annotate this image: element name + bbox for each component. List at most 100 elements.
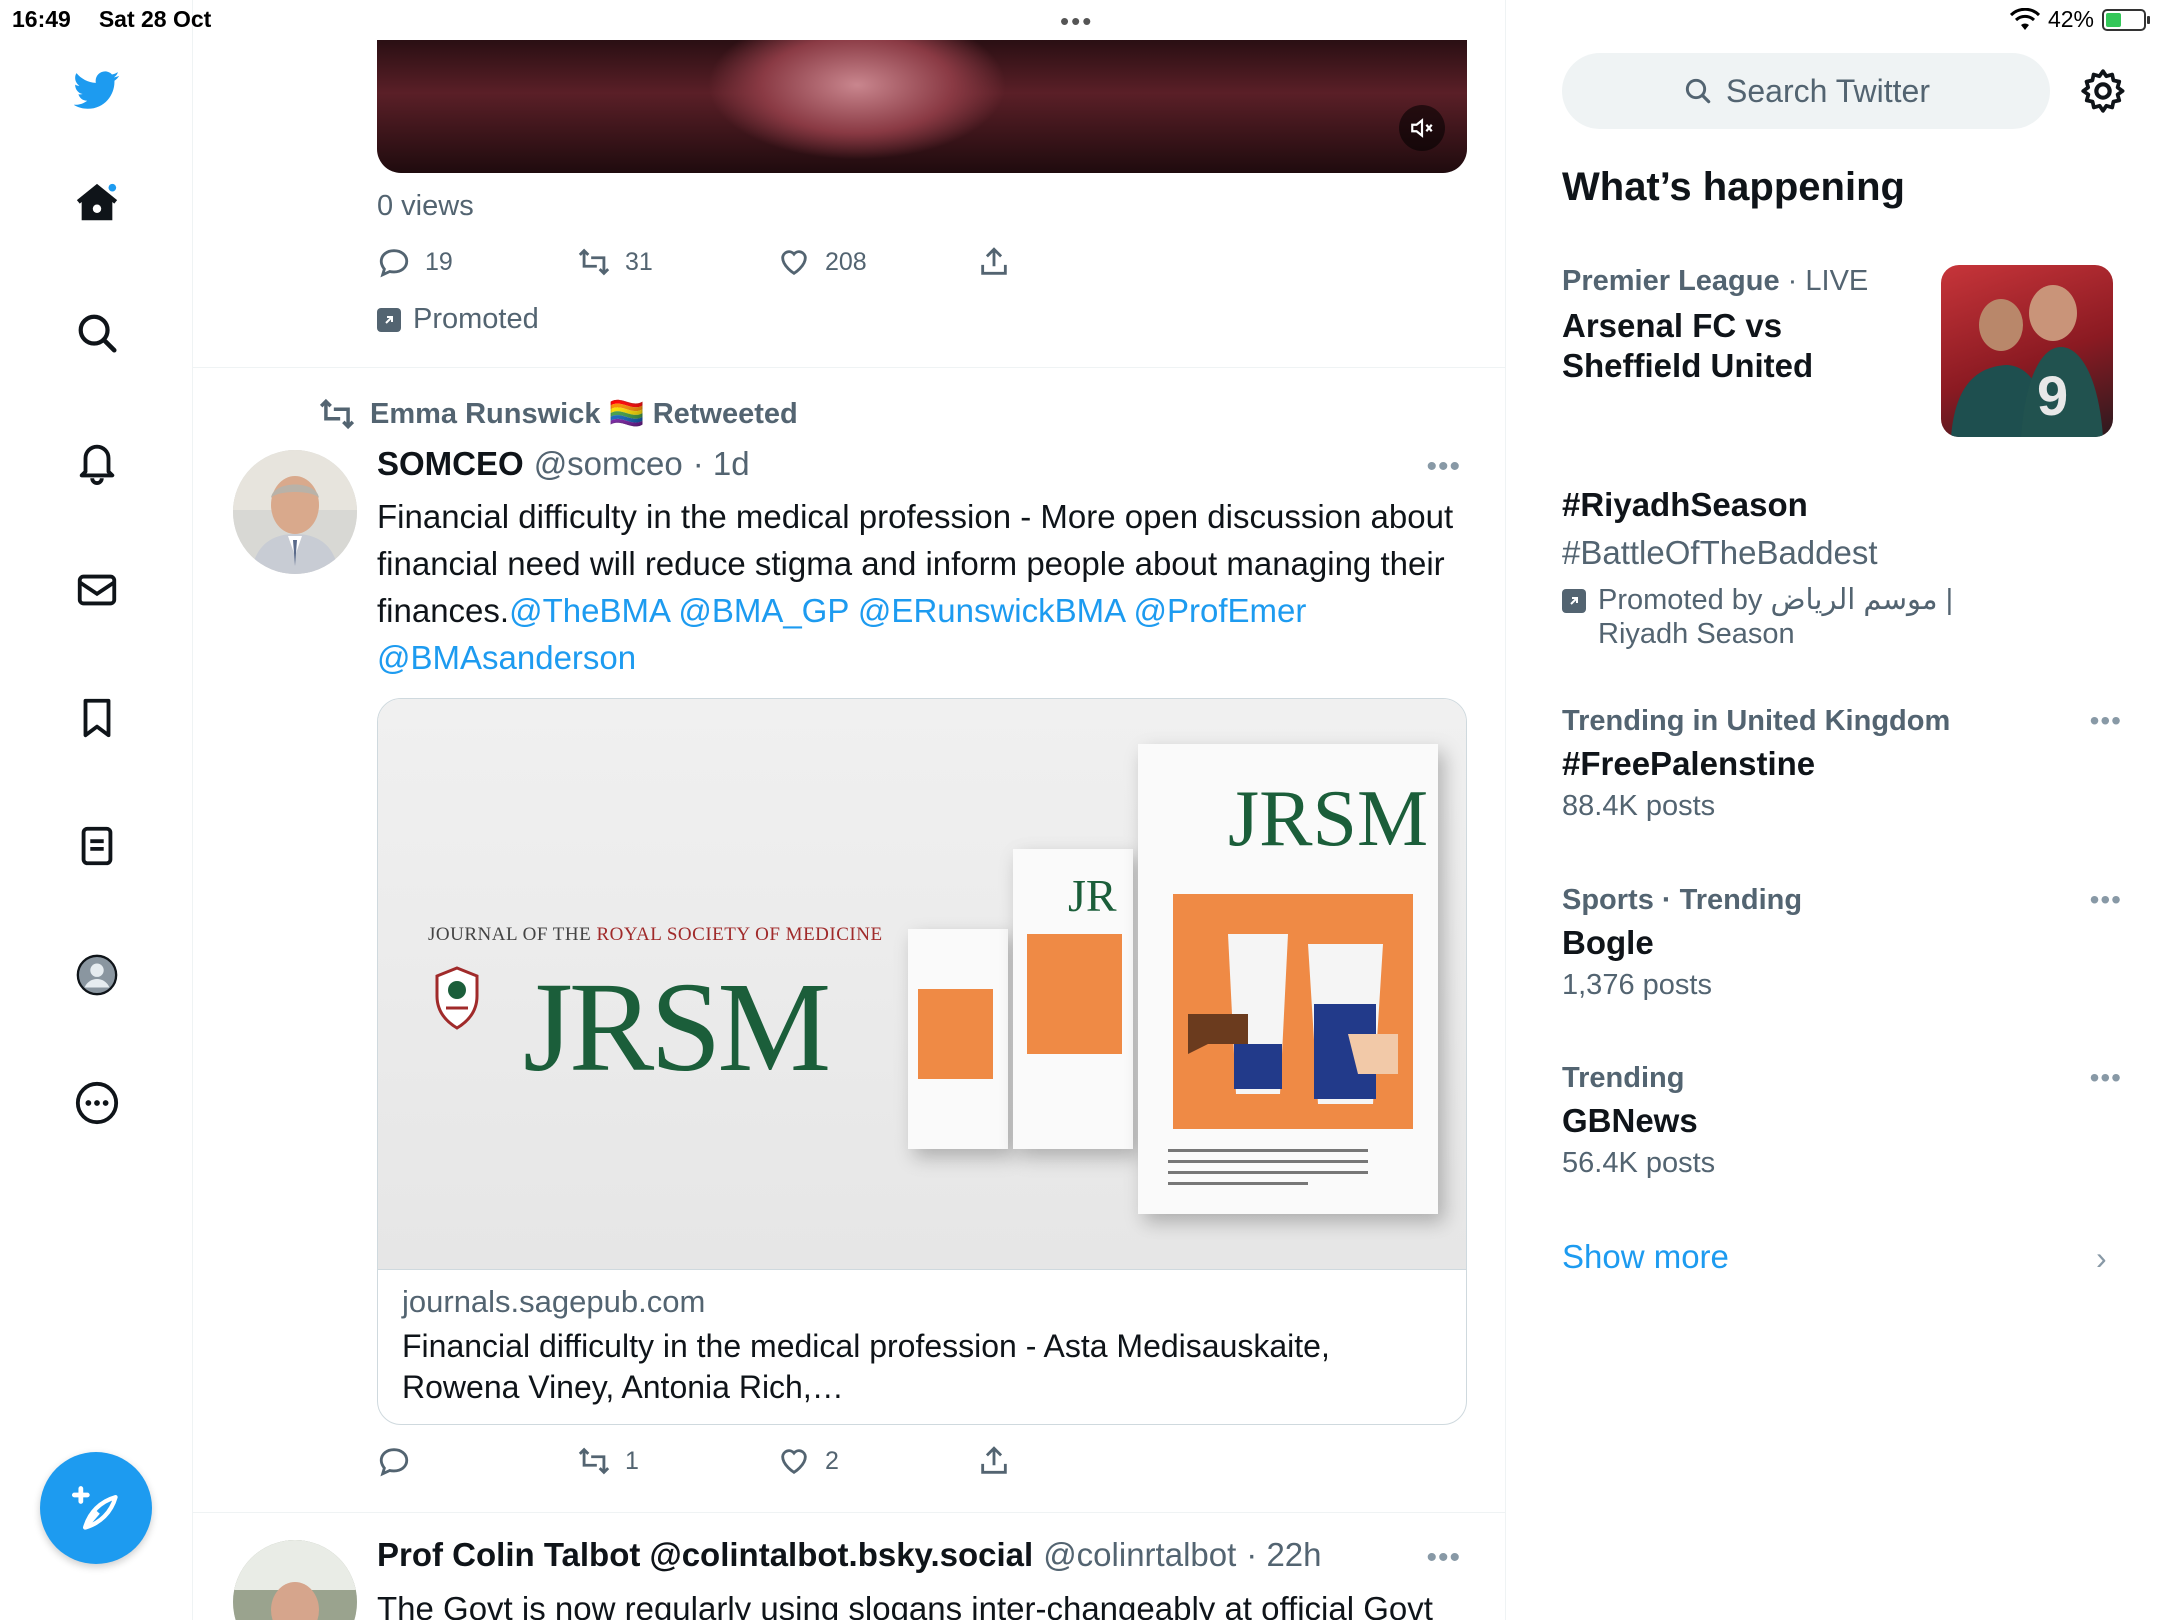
reply-count: 19 <box>425 247 453 276</box>
messages-envelope-icon[interactable] <box>62 555 132 625</box>
card-meta: journals.sagepub.com Financial difficult… <box>378 1269 1466 1424</box>
status-bar: 16:49 Sat 28 Oct ••• 42% <box>0 0 2160 40</box>
battery-icon <box>2102 8 2150 31</box>
rsm-crest-icon <box>435 966 479 1030</box>
promoted-video[interactable] <box>377 40 1467 173</box>
journal-cover-large: JRSM <box>1138 744 1438 1214</box>
tweet-author-handle[interactable]: @colinrtalbot <box>1043 1536 1236 1574</box>
retweet-button[interactable]: 31 <box>577 245 653 279</box>
like-count: 208 <box>825 247 867 276</box>
trend-item[interactable]: Premier League · LIVE Arsenal FC vs Shef… <box>1562 265 1922 386</box>
retweet-icon <box>578 248 610 276</box>
main-feed: 0 views 19 31 208 Promoted Emma Runswick… <box>193 0 1506 1620</box>
trend-subtopic: #BattleOfTheBaddest <box>1562 534 1878 571</box>
trend-count: 88.4K posts <box>1562 790 1716 822</box>
promoted-by-text: Promoted by موسم الرياض | Riyadh Season <box>1598 584 1954 650</box>
journal-name-2: ROYAL SOCIETY OF MEDICINE <box>596 924 883 945</box>
multitasking-dots-icon[interactable]: ••• <box>1060 6 1093 37</box>
notifications-bell-icon[interactable] <box>62 427 132 497</box>
trend-item[interactable]: Sports · Trending Bogle 1,376 posts ••• <box>1562 884 2122 1002</box>
trend-item[interactable]: Trending GBNews 56.4K posts ••• <box>1562 1062 2122 1180</box>
trend-count: 1,376 posts <box>1562 969 1712 1001</box>
home-icon[interactable] <box>62 168 132 238</box>
share-icon <box>981 247 1007 275</box>
share-button[interactable] <box>977 245 1011 279</box>
chevron-right-icon[interactable]: › <box>2096 1240 2107 1277</box>
tweet-time[interactable]: · 1d <box>693 445 750 483</box>
profile-avatar-icon[interactable] <box>62 940 132 1010</box>
trend-thumbnail[interactable]: 9 <box>1941 265 2113 437</box>
trend-item[interactable]: Trending in United Kingdom #FreePalensti… <box>1562 705 2122 823</box>
heart-icon <box>781 1449 807 1475</box>
compose-feather-icon <box>71 1486 118 1530</box>
tweet-mentions[interactable]: @TheBMA @BMA_GP @ERunswickBMA @ProfEmer … <box>377 592 1306 676</box>
trend-topic: Bogle <box>1562 924 1654 961</box>
heart-icon <box>781 250 807 276</box>
trend-live: · LIVE <box>1779 265 1869 297</box>
card-title: Financial difficulty in the medical prof… <box>402 1328 1330 1405</box>
tweet-time[interactable]: · 22h <box>1246 1536 1321 1574</box>
avatar[interactable] <box>233 1540 357 1620</box>
twitter-logo-icon[interactable] <box>62 55 132 125</box>
journal-name-1: JOURNAL OF THE <box>428 924 597 945</box>
tweet-text: Financial difficulty in the medical prof… <box>377 493 1477 681</box>
like-button[interactable]: 2 <box>777 1444 839 1478</box>
wifi-icon <box>2009 7 2040 30</box>
retweet-context[interactable]: Emma Runswick 🏳️‍🌈 Retweeted <box>318 395 798 433</box>
cover-title: JRSM <box>1228 775 1429 863</box>
tweet-actions: 1 2 <box>377 1444 1077 1484</box>
tweet-text: The Govt is now regularly using slogans … <box>377 1590 1433 1620</box>
trend-topic: #FreePalenstine <box>1562 745 1816 782</box>
explore-search-icon[interactable] <box>62 298 132 368</box>
tweet-author-name[interactable]: Prof Colin Talbot @colintalbot.bsky.soci… <box>377 1536 1033 1574</box>
retweet-count: 1 <box>625 1446 639 1475</box>
reply-icon <box>379 249 409 278</box>
avatar[interactable] <box>233 450 357 574</box>
reply-button[interactable] <box>377 1444 425 1478</box>
more-options-icon[interactable] <box>62 1068 132 1138</box>
share-button[interactable] <box>977 1444 1011 1478</box>
tweet-divider <box>193 367 1505 368</box>
retweet-button[interactable]: 1 <box>577 1444 639 1478</box>
mute-icon[interactable] <box>1399 105 1445 151</box>
search-input[interactable]: Search Twitter <box>1562 53 2050 129</box>
status-time: 16:49 <box>12 6 71 32</box>
compose-tweet-button[interactable] <box>40 1452 152 1564</box>
card-domain: journals.sagepub.com <box>402 1284 706 1319</box>
lists-icon[interactable] <box>62 811 132 881</box>
tweet-divider <box>193 1512 1505 1513</box>
retweeted-by-text: Emma Runswick 🏳️‍🌈 Retweeted <box>370 398 798 430</box>
status-right: 42% <box>2009 6 2150 33</box>
trend-context: Trending <box>1562 1062 1685 1094</box>
reply-button[interactable]: 19 <box>377 245 453 279</box>
search-icon <box>1685 78 1711 104</box>
right-sidebar: Search Twitter What’s happening Premier … <box>1506 0 2160 1620</box>
like-count: 2 <box>825 1446 839 1475</box>
trend-more-icon[interactable]: ••• <box>2090 1062 2122 1094</box>
status-time-date: 16:49 Sat 28 Oct <box>12 6 211 33</box>
journal-cover-small <box>908 929 1008 1149</box>
jrsm-wordmark: JRSM <box>523 956 831 1098</box>
like-button[interactable]: 208 <box>777 245 867 279</box>
trend-context: Sports · Trending <box>1562 884 1803 916</box>
retweet-count: 31 <box>625 247 653 276</box>
trend-item-promoted[interactable]: #RiyadhSeason #BattleOfTheBaddest Promot… <box>1562 485 2122 651</box>
trend-more-icon[interactable]: ••• <box>2090 884 2122 916</box>
link-card[interactable]: JOURNAL OF THE ROYAL SOCIETY OF MEDICINE… <box>377 698 1467 1425</box>
show-more-link[interactable]: Show more <box>1562 1238 1729 1276</box>
tweet-more-icon[interactable]: ••• <box>1426 1541 1461 1575</box>
trend-context: Premier League <box>1562 265 1780 297</box>
settings-gear-icon[interactable] <box>2078 66 2128 116</box>
retweet-icon <box>578 1447 610 1475</box>
tweet-author-handle[interactable]: @somceo <box>534 445 683 483</box>
status-date: Sat 28 Oct <box>98 6 212 32</box>
trend-context: Trending in United Kingdom <box>1562 705 1951 737</box>
battery-percent: 42% <box>2047 6 2094 32</box>
trend-more-icon[interactable]: ••• <box>2090 705 2122 737</box>
tweet-author-name[interactable]: SOMCEO <box>377 445 524 483</box>
tweet-more-icon[interactable]: ••• <box>1426 450 1461 484</box>
search-placeholder: Search Twitter <box>1726 72 1930 109</box>
card-image: JOURNAL OF THE ROYAL SOCIETY OF MEDICINE… <box>378 699 1466 1269</box>
bookmarks-icon[interactable] <box>62 683 132 753</box>
trend-topic: GBNews <box>1562 1102 1698 1139</box>
